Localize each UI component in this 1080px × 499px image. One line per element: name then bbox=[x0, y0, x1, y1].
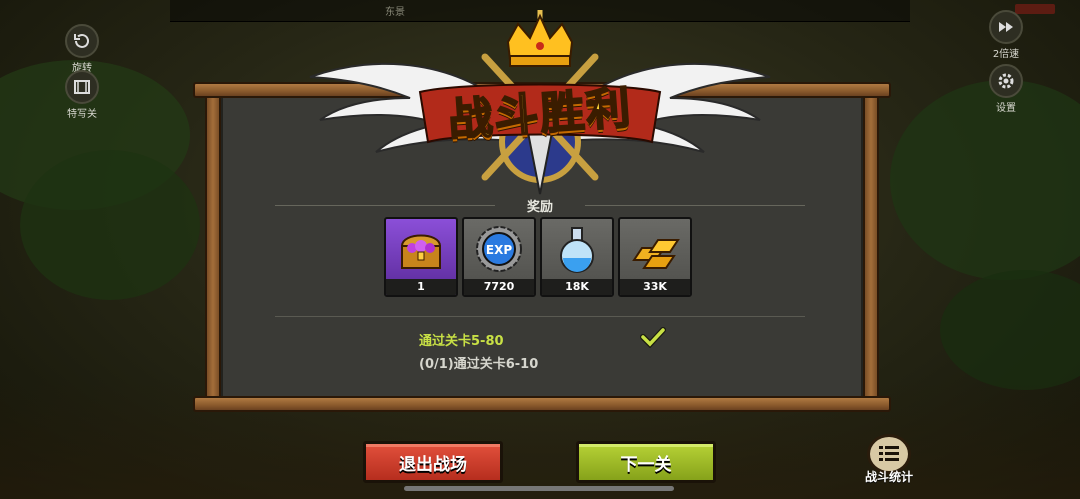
gold-bars-icon bbox=[632, 239, 680, 269]
battle-stats-label: 战斗统计 bbox=[864, 470, 913, 484]
speed-button[interactable]: 2倍速 bbox=[986, 10, 1026, 60]
rotate-button[interactable]: 旋转 bbox=[62, 24, 102, 74]
svg-text:EXP: EXP bbox=[486, 243, 512, 257]
reward-item-gold[interactable]: 33K bbox=[618, 217, 692, 297]
settings-button[interactable]: 设置 bbox=[986, 64, 1026, 114]
victory-emblem: 战斗胜利 bbox=[300, 2, 780, 197]
reward-item-exp[interactable]: EXP 7720 bbox=[462, 217, 536, 297]
panel-frame-bottom bbox=[193, 396, 891, 412]
closeup-button[interactable]: 特写关 bbox=[62, 70, 102, 120]
exit-battle-button[interactable]: 退出战场 bbox=[363, 441, 503, 483]
quest-item-completed: 通过关卡5-80 bbox=[419, 334, 504, 349]
settings-label: 设置 bbox=[996, 103, 1016, 114]
rewards-label: 奖励 bbox=[526, 200, 553, 215]
quest-item-pending: (0/1)通过关卡6-10 bbox=[419, 357, 539, 372]
reward-item-chest[interactable]: 1 bbox=[384, 217, 458, 297]
reward-divider-right bbox=[585, 205, 805, 206]
panel-frame-left bbox=[205, 88, 221, 406]
speed-label: 2倍速 bbox=[992, 49, 1020, 60]
battle-stats-button[interactable]: 战斗统计 bbox=[858, 434, 920, 485]
treasure-chest-icon bbox=[400, 234, 442, 269]
fast-forward-icon bbox=[989, 10, 1023, 44]
checkmark-icon bbox=[640, 327, 666, 348]
bush bbox=[20, 150, 200, 300]
quest-divider bbox=[275, 316, 805, 317]
reward-count: 18K bbox=[542, 279, 612, 295]
film-icon bbox=[65, 70, 99, 104]
reward-count: 1 bbox=[386, 279, 456, 295]
home-indicator[interactable] bbox=[404, 486, 674, 491]
exp-token-icon: EXP bbox=[476, 226, 522, 272]
potion-flask-icon bbox=[560, 227, 594, 273]
gear-icon bbox=[989, 64, 1023, 98]
closeup-label: 特写关 bbox=[67, 109, 97, 120]
reward-count: 7720 bbox=[464, 279, 534, 295]
rotate-icon bbox=[65, 24, 99, 58]
panel-frame-right bbox=[863, 88, 879, 406]
next-level-button[interactable]: 下一关 bbox=[576, 441, 716, 483]
bush bbox=[940, 270, 1080, 390]
reward-count: 33K bbox=[620, 279, 690, 295]
bush bbox=[890, 80, 1080, 280]
reward-item-potion[interactable]: 18K bbox=[540, 217, 614, 297]
reward-list: 1 EXP 7720 18K 33K bbox=[384, 217, 692, 297]
